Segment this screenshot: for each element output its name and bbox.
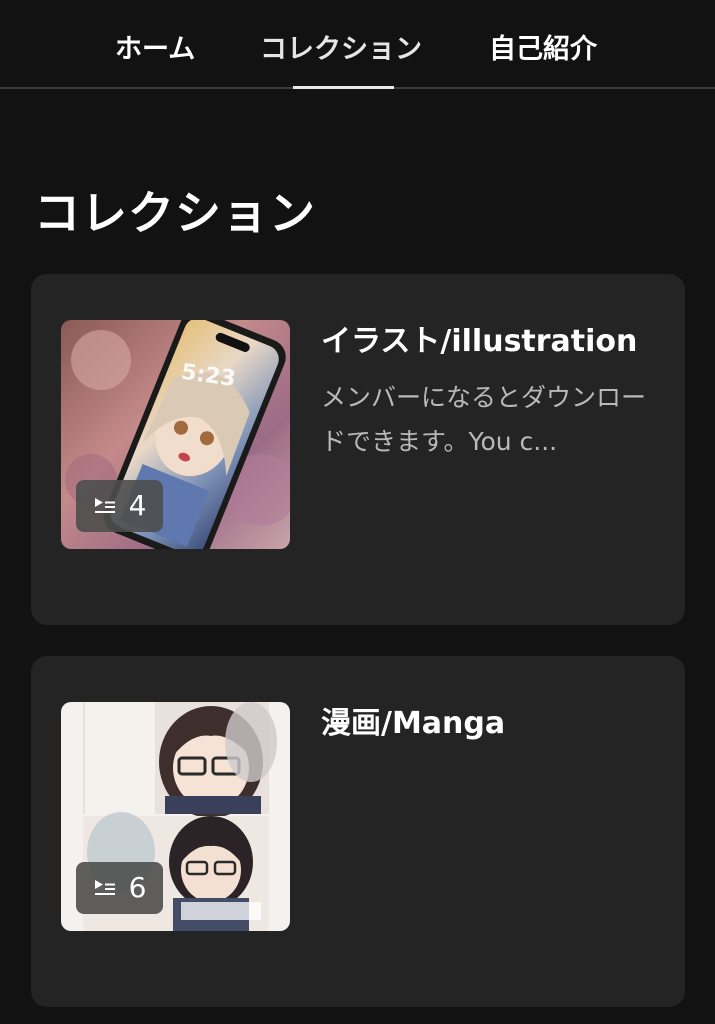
playlist-icon	[94, 880, 115, 895]
top-tab-bar: ホーム コレクション 自己紹介	[0, 0, 715, 89]
collection-card-manga[interactable]: 6 漫画/Manga	[31, 656, 685, 1007]
item-count: 4	[128, 489, 147, 522]
collection-description: メンバーになるとダウンロードできます。You c...	[321, 383, 647, 456]
collection-title: 漫画/Manga	[321, 706, 506, 741]
item-count-badge: 4	[76, 480, 163, 532]
collection-thumbnail: 5:23 4	[61, 320, 290, 549]
playlist-icon	[94, 498, 115, 513]
item-count: 6	[128, 871, 147, 904]
tab-about[interactable]: 自己紹介	[489, 30, 597, 70]
active-tab-indicator	[293, 86, 394, 89]
collection-title: イラスト/illustration	[321, 324, 638, 359]
collection-thumbnail: 6	[61, 702, 290, 931]
tab-home[interactable]: ホーム	[115, 30, 195, 70]
collection-card-illustration[interactable]: 5:23 4 イラスト/illustration メンバーになるとダウンロードで…	[31, 274, 685, 625]
item-count-badge: 6	[76, 862, 163, 914]
tab-collection[interactable]: コレクション	[260, 30, 422, 70]
page-title: コレクション	[34, 186, 316, 240]
